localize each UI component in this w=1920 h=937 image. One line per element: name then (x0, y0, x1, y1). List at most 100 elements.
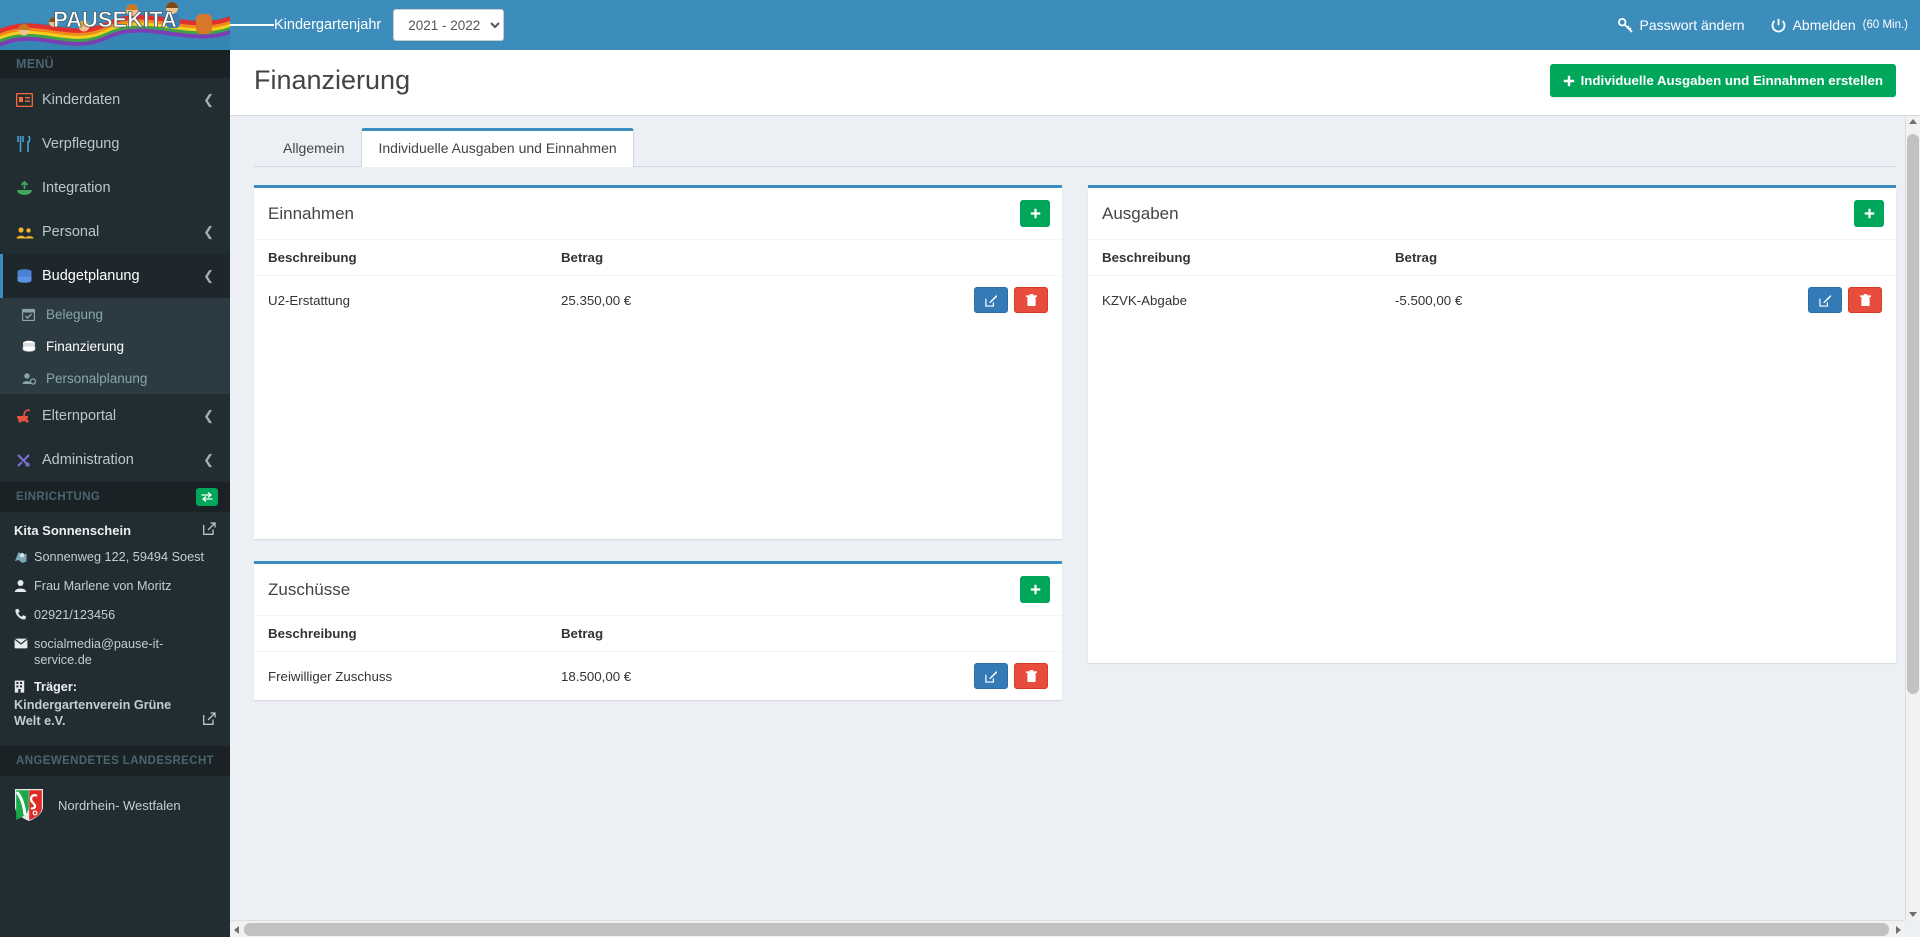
sidebar-item-budgetplanung[interactable]: Budgetplanung ❮ (0, 254, 230, 298)
add-zuschuss-button[interactable] (1020, 576, 1050, 603)
nrw-coat-of-arms-icon (14, 788, 44, 822)
edit-icon (1819, 294, 1832, 307)
trash-icon (1026, 670, 1037, 683)
sidebar-item-label: Administration (42, 452, 203, 468)
sidebar-submenu-budgetplanung: Belegung Finanzierung Personalplanung (0, 298, 230, 394)
sidebar-item-administration[interactable]: Administration ❮ (0, 438, 230, 482)
chevron-down-icon: ❮ (203, 268, 214, 284)
sidebar-item-belegung[interactable]: Belegung (0, 298, 230, 330)
plus-icon (1864, 208, 1875, 219)
panel-header: Ausgaben (1088, 188, 1896, 239)
table-header-row: Beschreibung Betrag (254, 240, 1062, 276)
handshake-icon (16, 181, 42, 195)
panel-zuschuesse: Zuschüsse Beschreibung (254, 561, 1062, 700)
sidebar-toggle-button[interactable] (230, 0, 274, 50)
facility-name: Kita Sonnenschein (14, 523, 131, 538)
traeger-edit-button[interactable] (203, 712, 216, 729)
envelope-icon (14, 636, 31, 653)
table-header-row: Beschreibung Betrag (1088, 240, 1896, 276)
facility-contact-row: Frau Marlene von Moritz (14, 578, 216, 596)
delete-row-button[interactable] (1848, 287, 1882, 313)
tab-label: Individuelle Ausgaben und Einnahmen (378, 140, 616, 156)
sidebar-item-personal[interactable]: Personal ❮ (0, 210, 230, 254)
sidebar-item-label: Kinderdaten (42, 92, 203, 108)
facility-name-row: Kita Sonnenschein (14, 522, 216, 538)
database-icon (16, 269, 42, 284)
chevron-left-icon: ❮ (203, 92, 214, 108)
external-link-icon (203, 522, 216, 535)
table-row: KZVK-Abgabe -5.500,00 € (1088, 276, 1896, 325)
scroll-left-arrow-icon[interactable] (234, 926, 239, 934)
cell-description: Freiwilliger Zuschuss (254, 652, 553, 701)
table-head: Beschreibung Betrag (1088, 240, 1896, 276)
right-column: Ausgaben Beschreibung (1088, 185, 1896, 722)
kindergarten-year-select[interactable]: 2021 - 2022 (393, 9, 504, 41)
panel-body: Beschreibung Betrag KZVK-Abgabe (1088, 239, 1896, 663)
calendar-check-icon (22, 308, 46, 321)
sidebar-item-finanzierung[interactable]: Finanzierung (0, 330, 230, 362)
add-einnahme-button[interactable] (1020, 200, 1050, 227)
scroll-down-arrow-icon[interactable] (1909, 912, 1917, 917)
facility-edit-button[interactable] (203, 522, 216, 538)
tab-bar: Allgemein Individuelle Ausgaben und Einn… (254, 128, 1896, 167)
sidebar-item-personalplanung[interactable]: Personalplanung (0, 362, 230, 394)
users-icon (16, 226, 42, 239)
logout-label: Abmelden (1793, 17, 1856, 33)
table-body: U2-Erstattung 25.350,00 € (254, 276, 1062, 325)
change-password-link[interactable]: Passwort ändern (1618, 17, 1745, 33)
sidebar-item-label: Verpflegung (42, 136, 214, 152)
left-column: Einnahmen Beschreibung (254, 185, 1062, 722)
phone-icon (14, 607, 31, 625)
brand-logo[interactable]: PAUSEKITA (0, 0, 230, 50)
plus-icon (1563, 75, 1575, 87)
column-header-betrag: Betrag (553, 240, 900, 276)
facility-email[interactable]: socialmedia@pause-it-service.de (34, 636, 216, 668)
chevron-left-icon: ❮ (203, 408, 214, 424)
panel-ausgaben: Ausgaben Beschreibung (1088, 185, 1896, 663)
tab-allgemein[interactable]: Allgemein (266, 128, 361, 167)
edit-row-button[interactable] (974, 663, 1008, 689)
add-ausgabe-button[interactable] (1854, 200, 1884, 227)
cutlery-icon (16, 136, 42, 152)
table-body: Freiwilliger Zuschuss 18.500,00 € (254, 652, 1062, 701)
panel-body: Beschreibung Betrag U2-Erstattung (254, 239, 1062, 539)
panel-title: Zuschüsse (268, 580, 350, 600)
table-row: U2-Erstattung 25.350,00 € (254, 276, 1062, 325)
column-header-betrag: Betrag (1387, 240, 1734, 276)
sidebar-item-verpflegung[interactable]: Verpflegung (0, 122, 230, 166)
delete-row-button[interactable] (1014, 287, 1048, 313)
external-link-icon (203, 712, 216, 725)
edit-row-button[interactable] (1808, 287, 1842, 313)
facility-info: Kita Sonnenschein Sonnenweg 122, 59494 S… (0, 512, 230, 746)
tab-individuelle-ausgaben-und-einnahmen[interactable]: Individuelle Ausgaben und Einnahmen (361, 128, 633, 167)
kindergarten-year-label: Kindergartenjahr (274, 17, 381, 33)
scroll-up-arrow-icon[interactable] (1909, 119, 1917, 124)
panel-title: Einnahmen (268, 204, 354, 224)
sidebar-item-kinderdaten[interactable]: Kinderdaten ❮ (0, 78, 230, 122)
table-head: Beschreibung Betrag (254, 240, 1062, 276)
logout-timer: (60 Min.) (1863, 19, 1908, 31)
cell-actions (1734, 276, 1896, 325)
create-individual-entries-button[interactable]: Individuelle Ausgaben und Einnahmen erst… (1550, 64, 1896, 97)
logout-link[interactable]: Abmelden (60 Min.) (1771, 17, 1908, 33)
sidebar-item-integration[interactable]: Integration (0, 166, 230, 210)
facility-phone: 02921/123456 (34, 607, 115, 623)
horizontal-scrollbar-thumb[interactable] (244, 923, 1889, 936)
exchange-icon (201, 492, 213, 502)
panel-title: Ausgaben (1102, 204, 1179, 224)
edit-row-button[interactable] (974, 287, 1008, 313)
sidebar-item-label: Personal (42, 224, 203, 240)
delete-row-button[interactable] (1014, 663, 1048, 689)
vertical-scrollbar[interactable] (1905, 116, 1920, 920)
column-header-actions (900, 616, 1062, 652)
facility-switch-button[interactable] (196, 488, 218, 506)
table-head: Beschreibung Betrag (254, 616, 1062, 652)
sidebar-item-elternportal[interactable]: Elternportal ❮ (0, 394, 230, 438)
state-law-row: Nordrhein- Westfalen (0, 776, 230, 834)
facility-heading-label: EINRICHTUNG (16, 491, 100, 503)
content-header: Finanzierung Individuelle Ausgaben und E… (230, 50, 1920, 116)
scroll-right-arrow-icon[interactable] (1896, 926, 1901, 934)
vertical-scrollbar-thumb[interactable] (1907, 134, 1919, 694)
user-icon (14, 578, 31, 596)
horizontal-scrollbar[interactable] (230, 920, 1905, 937)
